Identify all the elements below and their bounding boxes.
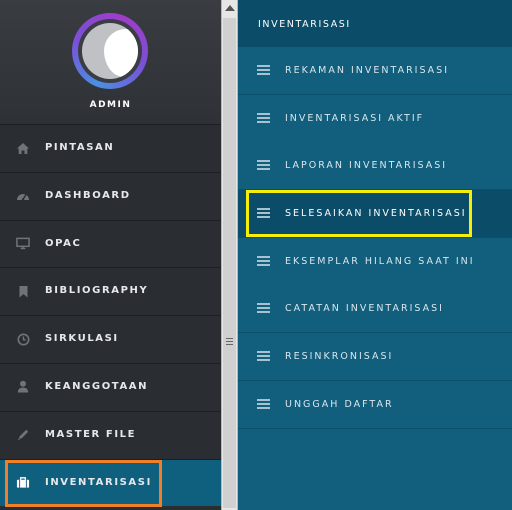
sidebar-item-label: MASTER FILE bbox=[45, 428, 137, 440]
highlight-box-orange bbox=[5, 459, 162, 507]
sidebar-item-bibliography[interactable]: BIBLIOGRAPHY bbox=[0, 267, 221, 316]
submenu-item-label: INVENTARISASI AKTIF bbox=[285, 113, 425, 124]
submenu-item-label: RESINKRONISASI bbox=[285, 351, 394, 362]
home-icon bbox=[16, 141, 30, 155]
submenu-item-label: CATATAN INVENTARISASI bbox=[285, 303, 444, 314]
profile-panel: ADMIN bbox=[0, 0, 221, 124]
sidebar-item-master-file[interactable]: MASTER FILE bbox=[0, 410, 221, 459]
menu-lines-icon bbox=[257, 303, 270, 313]
avatar[interactable] bbox=[72, 13, 148, 89]
submenu-item-unggah-daftar[interactable]: UNGGAH DAFTAR bbox=[238, 381, 512, 429]
submenu-item-label: UNGGAH DAFTAR bbox=[285, 399, 394, 410]
submenu-item-label: REKAMAN INVENTARISASI bbox=[285, 65, 450, 76]
submenu-item-rekaman-inventarisasi[interactable]: REKAMAN INVENTARISASI bbox=[238, 47, 512, 95]
menu-lines-icon bbox=[257, 65, 270, 75]
menu-lines-icon bbox=[257, 351, 270, 361]
clock-icon bbox=[16, 332, 30, 346]
sidebar: ADMIN PINTASAN DASHBOARD OPAC BIBLIOGRAP… bbox=[0, 0, 221, 510]
sidebar-item-sirkulasi[interactable]: SIRKULASI bbox=[0, 315, 221, 363]
sidebar-item-pintasan[interactable]: PINTASAN bbox=[0, 124, 221, 172]
sidebar-item-label: OPAC bbox=[45, 237, 82, 249]
highlight-box-yellow bbox=[246, 190, 472, 237]
submenu-item-resinkronisasi[interactable]: RESINKRONISASI bbox=[238, 333, 512, 381]
monitor-icon bbox=[16, 237, 30, 251]
sidebar-item-keanggotaan[interactable]: KEANGGOTAAN bbox=[0, 362, 221, 411]
sidebar-item-label: SIRKULASI bbox=[45, 333, 119, 345]
sidebar-item-label: PINTASAN bbox=[45, 142, 115, 153]
submenu-item-inventarisasi-aktif[interactable]: INVENTARISASI AKTIF bbox=[238, 95, 512, 143]
sidebar-item-opac[interactable]: OPAC bbox=[0, 219, 221, 268]
menu-lines-icon bbox=[257, 160, 270, 170]
avatar-image bbox=[82, 23, 138, 79]
dashboard-icon bbox=[16, 189, 30, 203]
submenu-item-selesaikan-inventarisasi[interactable]: SELESAIKAN INVENTARISASI bbox=[238, 190, 512, 238]
submenu-item-catatan-inventarisasi[interactable]: CATATAN INVENTARISASI bbox=[238, 285, 512, 333]
submenu-panel: INVENTARISASI REKAMAN INVENTARISASI INVE… bbox=[238, 0, 512, 510]
sidebar-item-dashboard[interactable]: DASHBOARD bbox=[0, 171, 221, 220]
submenu-item-label: EKSEMPLAR HILANG SAAT INI bbox=[285, 256, 475, 267]
sidebar-item-inventarisasi[interactable]: INVENTARISASI bbox=[0, 458, 221, 507]
submenu-header: INVENTARISASI bbox=[238, 0, 512, 47]
bookmark-icon bbox=[16, 284, 30, 298]
grip-icon[interactable] bbox=[226, 338, 233, 347]
user-icon bbox=[16, 380, 30, 394]
sidebar-item-label: KEANGGOTAAN bbox=[45, 380, 149, 392]
submenu-item-label: LAPORAN INVENTARISASI bbox=[285, 160, 448, 171]
user-name: ADMIN bbox=[89, 100, 132, 110]
submenu-item-laporan-inventarisasi[interactable]: LAPORAN INVENTARISASI bbox=[238, 142, 512, 190]
submenu-title: INVENTARISASI bbox=[258, 19, 351, 30]
scrollbar-thumb[interactable] bbox=[223, 18, 236, 508]
sidebar-menu: PINTASAN DASHBOARD OPAC BIBLIOGRAPHY SIR… bbox=[0, 124, 221, 507]
scroll-up-arrow-icon[interactable] bbox=[225, 5, 235, 11]
sidebar-item-label: BIBLIOGRAPHY bbox=[45, 285, 149, 297]
panel-splitter[interactable] bbox=[221, 0, 238, 510]
pencil-icon bbox=[16, 428, 30, 442]
submenu-item-eksemplar-hilang[interactable]: EKSEMPLAR HILANG SAAT INI bbox=[238, 238, 512, 286]
menu-lines-icon bbox=[257, 399, 270, 409]
menu-lines-icon bbox=[257, 256, 270, 266]
sidebar-item-label: DASHBOARD bbox=[45, 189, 131, 201]
menu-lines-icon bbox=[257, 113, 270, 123]
